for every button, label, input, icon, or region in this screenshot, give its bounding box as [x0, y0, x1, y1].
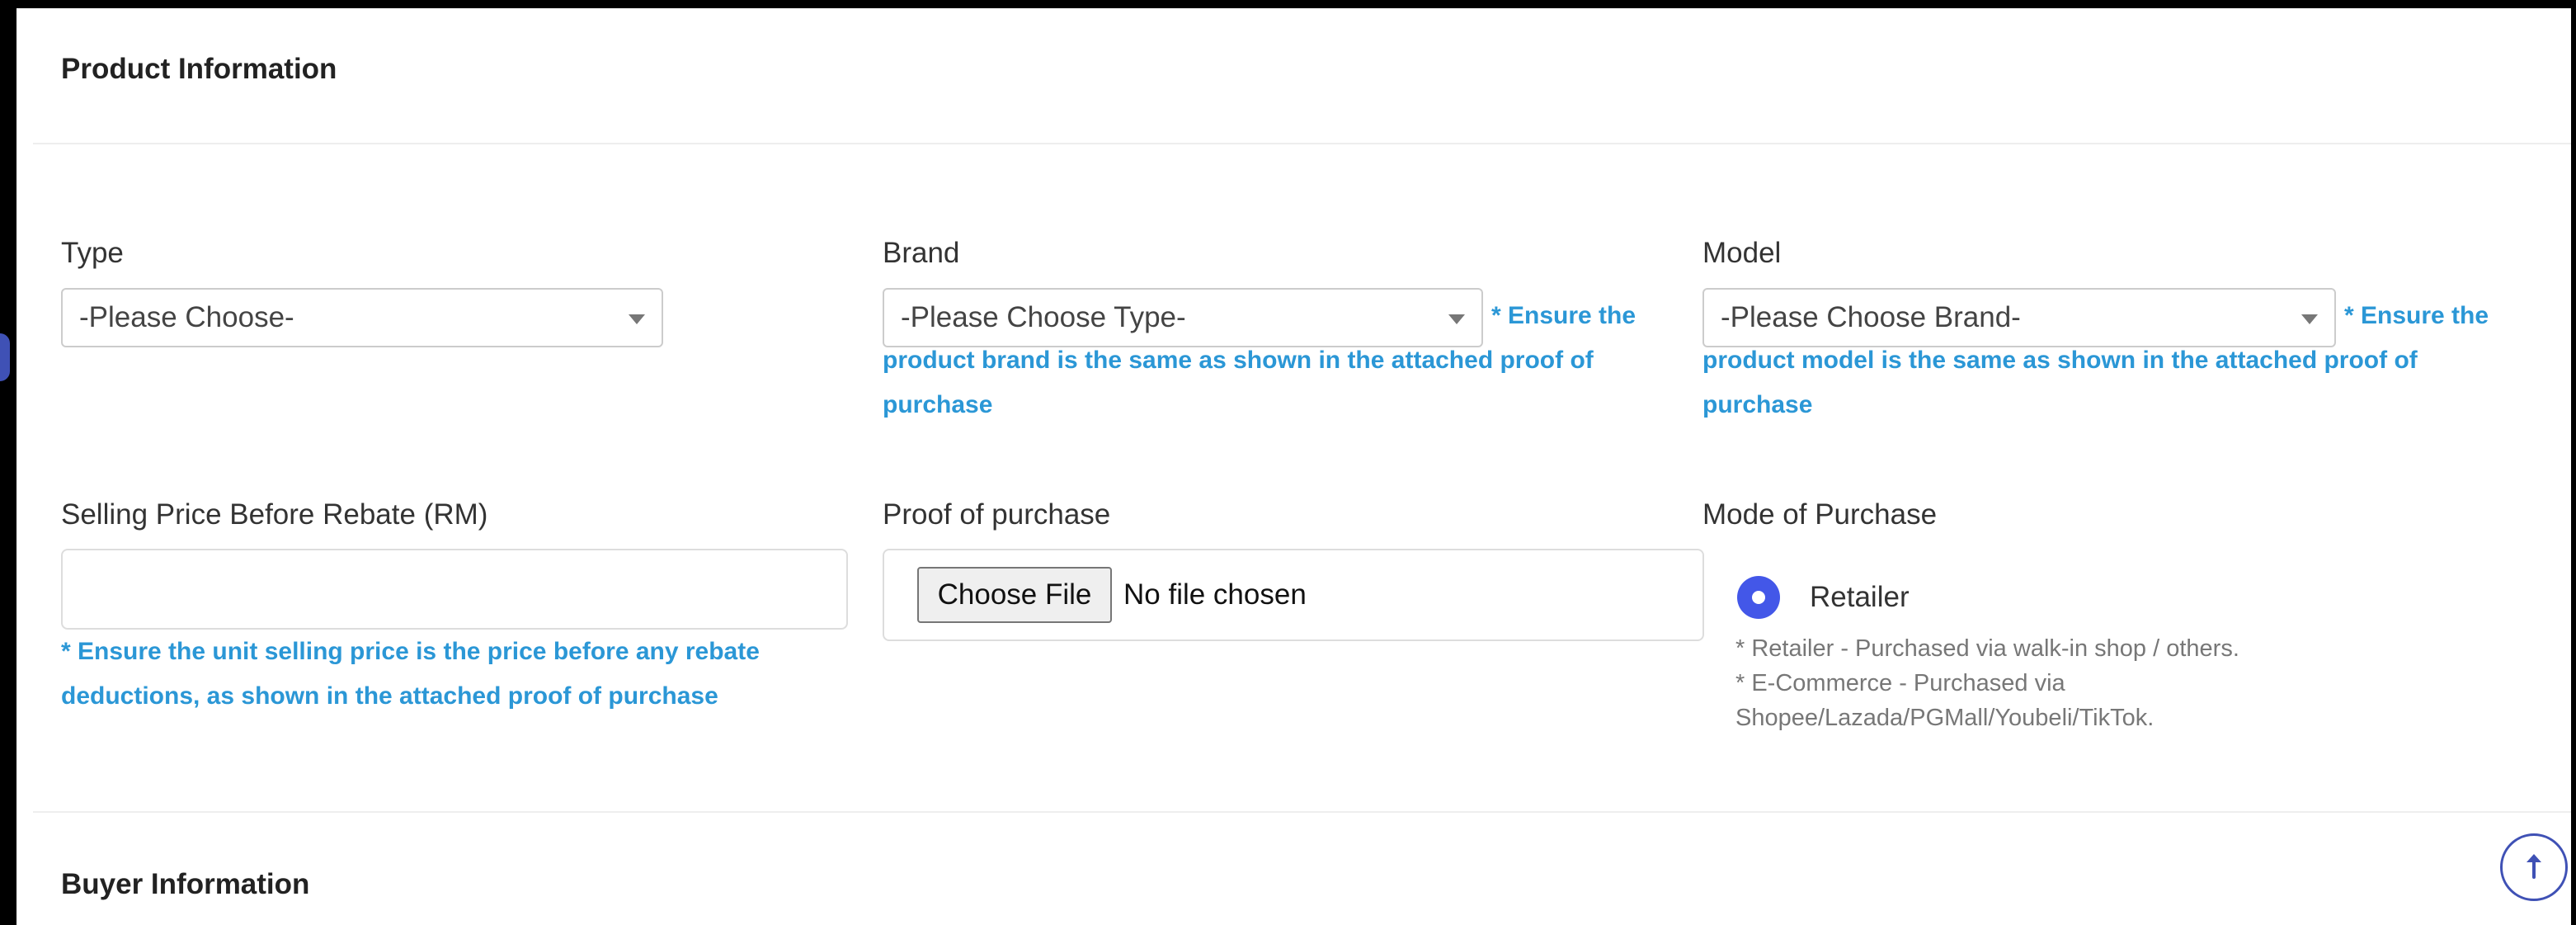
radio-retailer-label[interactable]: Retailer	[1810, 581, 1910, 614]
type-select-value: -Please Choose-	[79, 301, 294, 333]
radio-selected-dot	[1752, 591, 1765, 604]
brand-hint: * Ensure the product brand is the same a…	[883, 302, 1636, 418]
type-select[interactable]: -Please Choose-	[61, 288, 663, 347]
proof-label: Proof of purchase	[883, 498, 1111, 531]
proof-file-input[interactable]: Choose File No file chosen	[883, 549, 1704, 641]
arrow-up-icon	[2527, 854, 2541, 879]
divider-product	[33, 143, 2571, 144]
file-status: No file chosen	[1123, 578, 1307, 611]
side-tab	[0, 333, 10, 381]
scroll-to-top-button[interactable]	[2500, 833, 2568, 901]
mode-note-ecommerce: * E-Commerce - Purchased via Shopee/Laza…	[1735, 670, 2155, 731]
section-title-buyer: Buyer Information	[61, 868, 310, 900]
mode-label: Mode of Purchase	[1702, 498, 1938, 531]
model-hint: * Ensure the product model is the same a…	[1702, 302, 2489, 418]
section-title-product: Product Information	[61, 53, 337, 85]
divider-buyer	[33, 811, 2571, 813]
selling-price-input[interactable]	[61, 549, 848, 630]
selling-price-hint: * Ensure the unit selling price is the p…	[61, 638, 760, 710]
page-frame: Product Information Type -Please Choose-…	[0, 0, 2576, 925]
brand-label: Brand	[883, 237, 960, 269]
radio-retailer[interactable]	[1737, 576, 1780, 619]
choose-file-button[interactable]: Choose File	[917, 567, 1112, 623]
selling-price-label: Selling Price Before Rebate (RM)	[61, 498, 488, 531]
type-label: Type	[61, 237, 124, 269]
mode-note-retailer: * Retailer - Purchased via walk-in shop …	[1735, 635, 2239, 662]
caret-down-icon	[629, 314, 645, 324]
model-label: Model	[1702, 237, 1782, 269]
